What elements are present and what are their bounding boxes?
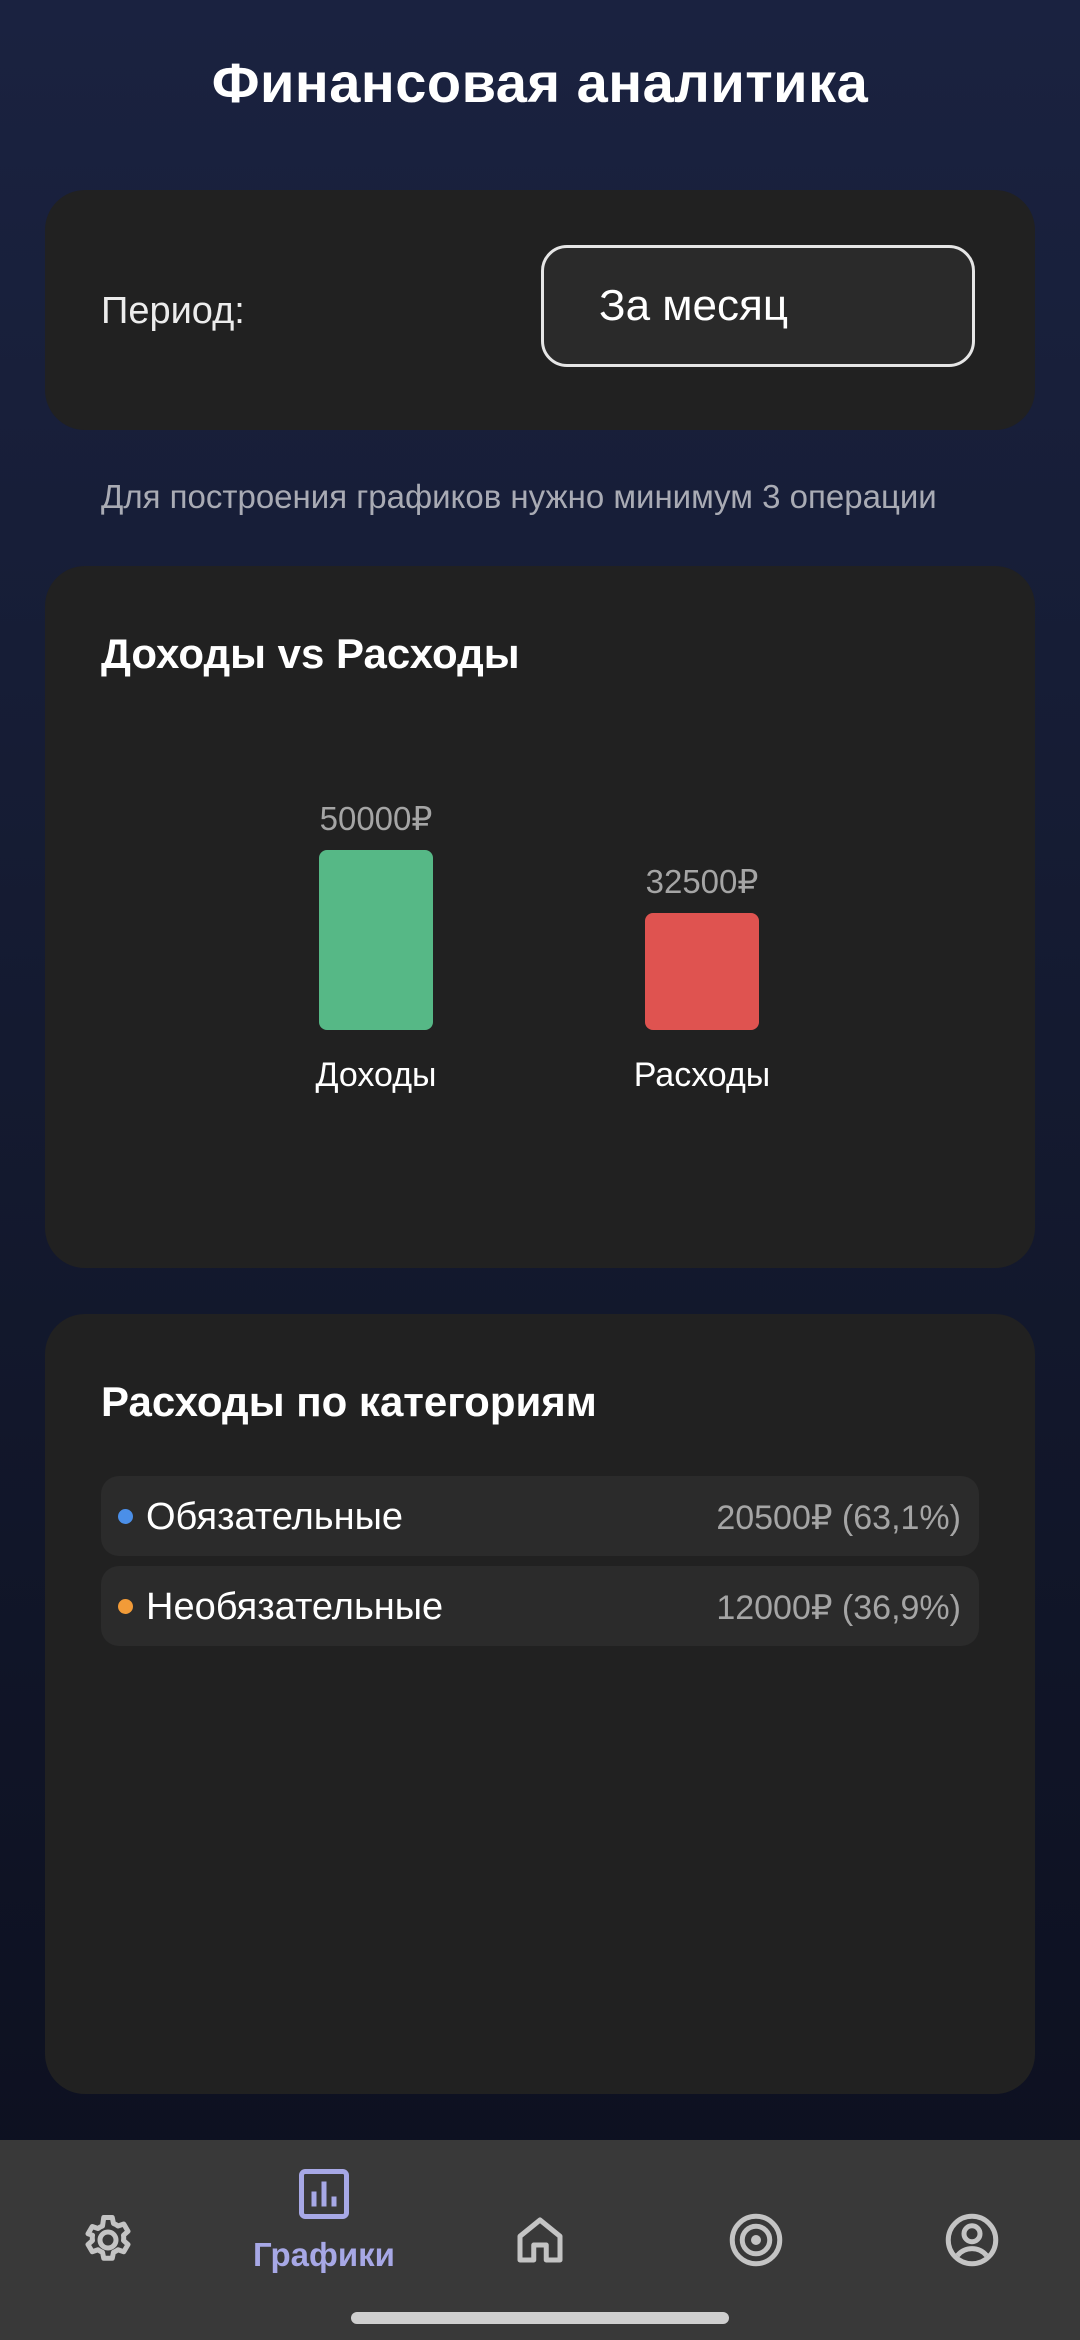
bottom-navigation: Графики — [0, 2140, 1080, 2340]
page-title: Финансовая аналитика — [211, 51, 869, 114]
category-dot — [118, 1599, 133, 1614]
bar-value-label: 32500₽ — [646, 863, 759, 900]
account-icon — [945, 2213, 999, 2267]
category-row-mandatory: Обязательные 20500₽ (63,1%) — [101, 1476, 979, 1556]
period-select-value: За месяц — [599, 281, 789, 330]
gear-icon — [85, 2215, 131, 2261]
home-indicator — [351, 2312, 729, 2324]
chart-hint: Для построения графиков нужно минимум 3 … — [101, 478, 937, 515]
home-icon — [517, 2217, 563, 2263]
nav-item-profile[interactable] — [864, 2140, 1080, 2340]
category-value: 12000₽ (36,9%) — [716, 1589, 961, 1627]
categories-title: Расходы по категориям — [101, 1378, 597, 1425]
period-select[interactable]: За месяц — [541, 245, 975, 367]
nav-item-home[interactable] — [432, 2140, 648, 2340]
category-name: Обязательные — [146, 1496, 404, 1538]
bar-value-label: 50000₽ — [320, 800, 433, 837]
nav-item-settings[interactable] — [0, 2140, 216, 2340]
category-row-optional: Необязательные 12000₽ (36,9%) — [101, 1566, 979, 1646]
bar-category-label: Расходы — [634, 1056, 771, 1094]
target-icon — [729, 2213, 783, 2267]
bar-chart-icon — [299, 2169, 349, 2219]
category-value: 20500₽ (63,1%) — [716, 1499, 961, 1537]
nav-label-charts: Графики — [253, 2236, 395, 2273]
bar-1 — [645, 913, 759, 1030]
category-name: Необязательные — [146, 1586, 444, 1628]
period-label: Период: — [101, 290, 245, 332]
period-card: Период: За месяц — [45, 190, 1035, 430]
income-expense-card: Доходы vs Расходы 50000₽ Доходы 32500₽ Расх… — [45, 566, 1035, 1268]
bar-category-label: Доходы — [316, 1056, 437, 1094]
nav-item-charts[interactable]: Графики — [216, 2140, 432, 2340]
nav-item-goals[interactable] — [648, 2140, 864, 2340]
categories-card: Расходы по категориям Обязательные 20500… — [45, 1314, 1035, 2094]
bar-0 — [319, 850, 433, 1030]
income-expense-chart: 50000₽ Доходы 32500₽ Расходы — [316, 800, 771, 1094]
category-dot — [118, 1509, 133, 1524]
